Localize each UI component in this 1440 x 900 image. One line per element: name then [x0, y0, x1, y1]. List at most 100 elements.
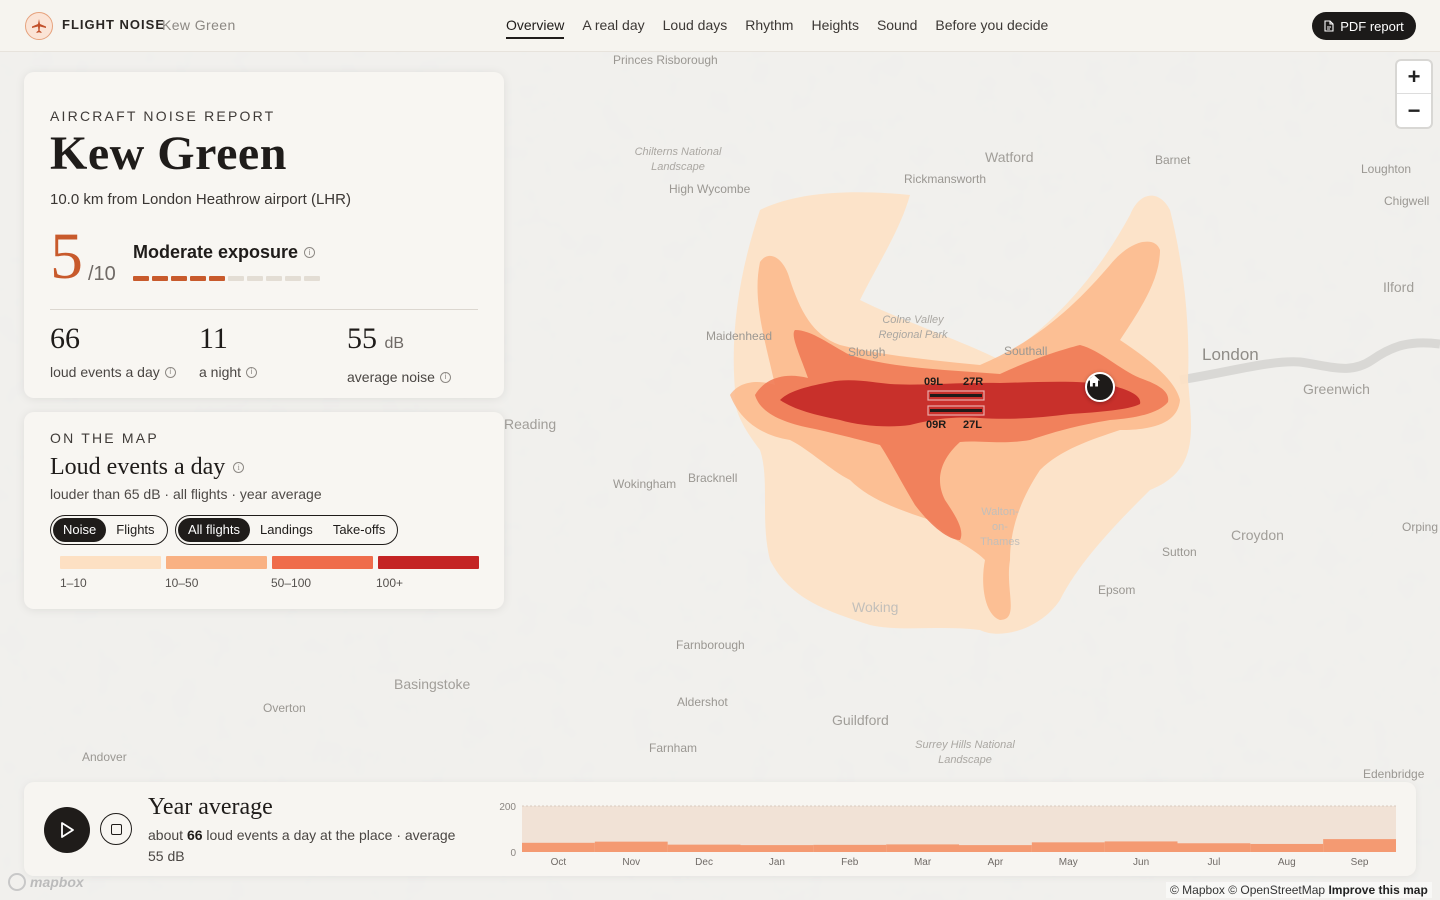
timeline-desc-suffix: loud events a day at the place · average	[206, 827, 456, 843]
info-icon[interactable]: i	[246, 366, 258, 378]
play-icon	[61, 822, 74, 838]
home-marker[interactable]	[1085, 372, 1115, 402]
place-label: Orping	[1402, 520, 1439, 534]
mode-toggle: Noise Flights	[50, 515, 168, 545]
legend-title: Loud events a day	[50, 454, 226, 480]
legend-eyebrow: ON THE MAP	[50, 430, 159, 446]
chart-x-tick-label: Jun	[1133, 857, 1149, 868]
exposure-segment	[304, 276, 320, 281]
place-label: Chigwell	[1384, 194, 1430, 208]
chart-bar	[522, 842, 595, 852]
legend-bin-label: 100+	[376, 576, 404, 590]
place-label: Edenbridge	[1363, 767, 1425, 781]
play-button[interactable]	[44, 807, 90, 853]
chart-x-tick-label: Aug	[1278, 857, 1296, 868]
exposure-segment	[247, 276, 263, 281]
stat-average-noise: 55 dB average noise i	[347, 322, 451, 385]
place-label: Barnet	[1155, 153, 1191, 167]
brand-name[interactable]: FLIGHT NOISE	[62, 17, 165, 32]
mapbox-logo-icon	[8, 873, 26, 891]
info-icon[interactable]: i	[233, 462, 245, 473]
place-label: Loughton	[1361, 162, 1412, 176]
improve-map-link[interactable]: Improve this map	[1328, 883, 1427, 897]
stat-label: a night	[199, 364, 242, 380]
runway-north	[930, 394, 982, 397]
place-label: Farnborough	[676, 638, 745, 652]
chart-x-tick-label: Sep	[1351, 857, 1369, 868]
mapbox-logo[interactable]: mapbox	[8, 873, 84, 891]
legend-swatch	[272, 556, 373, 569]
toggle-noise[interactable]: Noise	[53, 518, 107, 542]
report-card: AIRCRAFT NOISE REPORT Kew Green 10.0 km …	[24, 72, 504, 398]
chart-bar	[813, 844, 887, 852]
timeline-desc-noise: 55 dB	[148, 848, 185, 864]
toggle-take-offs[interactable]: Take-offs	[323, 518, 396, 542]
chart-bar	[594, 841, 668, 852]
exposure-segment	[171, 276, 187, 281]
toggle-landings[interactable]: Landings	[250, 518, 323, 542]
info-icon[interactable]: i	[304, 247, 316, 258]
exposure-segment	[266, 276, 282, 281]
stat-value: 55	[347, 322, 377, 355]
place-label: Basingstoke	[394, 676, 471, 692]
place-label: Surrey Hills National Landscape	[915, 739, 1015, 766]
toggle-all-flights[interactable]: All flights	[178, 518, 251, 542]
runway-south	[930, 409, 982, 412]
zoom-in-button[interactable]: +	[1397, 61, 1431, 94]
info-icon[interactable]: i	[439, 371, 451, 383]
place-label: Andover	[82, 750, 127, 764]
pdf-report-button[interactable]: PDF report	[1312, 12, 1416, 40]
legend-swatch-labels: 1–10 10–50 50–100 100+	[60, 576, 480, 592]
zoom-control: + −	[1397, 61, 1431, 127]
chart-bar	[1177, 843, 1251, 852]
document-icon	[1324, 20, 1334, 32]
tab-before-you-decide[interactable]: Before you decide	[935, 17, 1048, 39]
stop-icon	[110, 823, 122, 835]
chart-bar	[959, 845, 1032, 852]
airport-distance: 10.0 km from London Heathrow airport (LH…	[50, 191, 351, 208]
chart-bar	[1323, 839, 1396, 852]
exposure-segment	[209, 276, 225, 281]
legend-swatch	[378, 556, 479, 569]
header-place: Kew Green	[162, 17, 236, 33]
place-label: London	[1202, 345, 1259, 364]
zoom-out-button[interactable]: −	[1397, 94, 1431, 127]
tab-heights[interactable]: Heights	[811, 17, 858, 39]
exposure-segment	[152, 276, 168, 281]
plane-logo-icon[interactable]	[25, 12, 53, 40]
exposure-segment	[133, 276, 149, 281]
toggle-flights[interactable]: Flights	[106, 518, 164, 542]
place-label: Sutton	[1162, 545, 1197, 559]
attribution-text[interactable]: © Mapbox © OpenStreetMap	[1170, 883, 1325, 897]
tab-a-real-day[interactable]: A real day	[582, 17, 644, 39]
place-label: Croydon	[1231, 527, 1284, 543]
stat-night-events: 11 a night i	[199, 322, 258, 380]
runway-label-09R: 09R	[926, 419, 947, 431]
place-label: Overton	[263, 701, 306, 715]
stat-value: 11	[199, 322, 228, 355]
chart-y-tick-label: 0	[510, 848, 516, 859]
tab-sound[interactable]: Sound	[877, 17, 917, 39]
tab-overview[interactable]: Overview	[506, 17, 565, 39]
legend-subtitle: louder than 65 dB · all flights · year a…	[50, 486, 322, 502]
legend-bin-label: 50–100	[271, 576, 312, 590]
legend-swatch	[60, 556, 161, 569]
place-label: Slough	[848, 345, 886, 359]
exposure-segment	[228, 276, 244, 281]
chart-bar	[1250, 843, 1324, 852]
chart-bar	[740, 845, 814, 852]
info-icon[interactable]: i	[164, 366, 176, 378]
chart-bar	[886, 844, 959, 852]
legend-bin-label: 1–10	[60, 576, 87, 590]
chart-x-tick-label: Feb	[841, 857, 859, 868]
runway-label-27L: 27L	[963, 419, 982, 431]
place-label: Guildford	[832, 712, 889, 728]
tab-loud-days[interactable]: Loud days	[663, 17, 728, 39]
tab-rhythm[interactable]: Rhythm	[745, 17, 793, 39]
stop-button[interactable]	[100, 813, 132, 845]
flight-type-toggle: All flights Landings Take-offs	[175, 515, 399, 545]
place-label: Maidenhead	[706, 329, 773, 343]
mapbox-logo-text: mapbox	[30, 874, 84, 890]
monthly-chart[interactable]: 0 200 Oct Nov Dec Jan Feb Mar Apr May Jun Jul Aug Sep	[494, 798, 1404, 870]
place-label: Colne Valley Regional Park	[878, 314, 948, 341]
